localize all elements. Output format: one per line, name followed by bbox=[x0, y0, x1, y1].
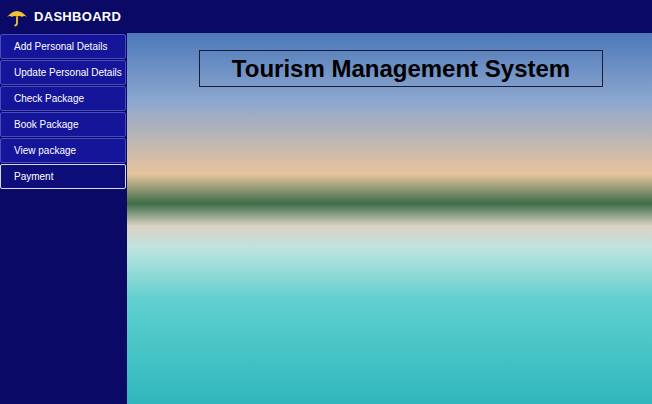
banner-title: Tourism Management System bbox=[232, 55, 570, 83]
header-bar: DASHBOARD bbox=[0, 0, 652, 33]
header-title: DASHBOARD bbox=[34, 9, 121, 24]
sidebar-item[interactable]: Update Personal Details bbox=[0, 60, 126, 85]
background-photo: Tourism Management System bbox=[127, 33, 652, 404]
sidebar-item[interactable]: Book Package bbox=[0, 112, 126, 137]
sidebar-item[interactable]: Check Package bbox=[0, 86, 126, 111]
sidebar: Add Personal DetailsUpdate Personal Deta… bbox=[0, 33, 127, 404]
content: Add Personal DetailsUpdate Personal Deta… bbox=[0, 33, 652, 404]
umbrella-logo-icon bbox=[6, 7, 28, 27]
sidebar-item[interactable]: Payment bbox=[0, 164, 126, 189]
sidebar-item[interactable]: Add Personal Details bbox=[0, 34, 126, 59]
dashboard-window: DASHBOARD Add Personal DetailsUpdate Pers… bbox=[0, 0, 652, 404]
sidebar-item[interactable]: View package bbox=[0, 138, 126, 163]
title-banner: Tourism Management System bbox=[199, 50, 603, 87]
